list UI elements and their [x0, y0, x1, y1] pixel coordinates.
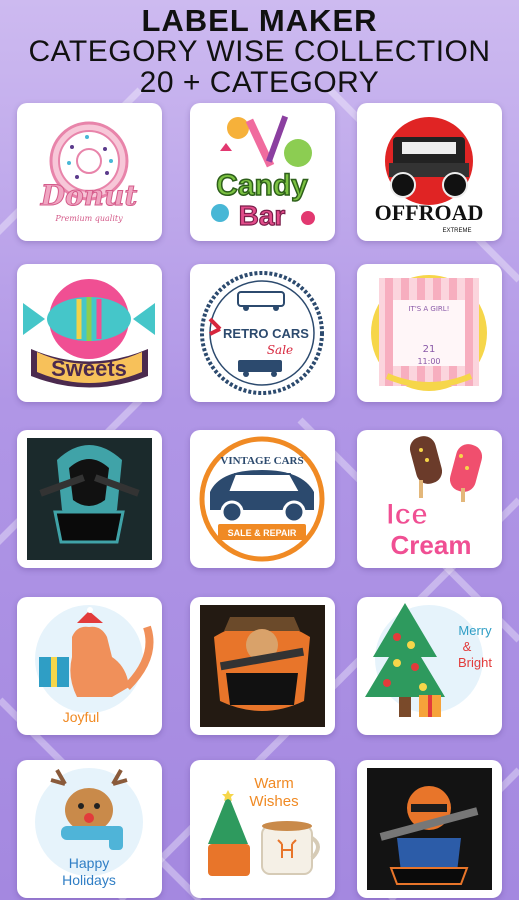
warm-line2: Wishes	[249, 793, 298, 810]
label-tile-warm-wishes[interactable]: Warm Wishes	[190, 760, 335, 898]
gamer-mascot-icon	[27, 438, 152, 560]
warm-line1: Warm	[254, 775, 293, 792]
girl-invite-time: 11:00	[417, 357, 440, 366]
ice-cream-label-icon: Ice Cream	[386, 436, 483, 560]
label-tile-gamer-mascot[interactable]	[17, 430, 162, 568]
merry-line2: &	[463, 639, 472, 654]
label-tile-ice-cream[interactable]: Ice Cream	[357, 430, 502, 568]
label-tile-vintage-cars[interactable]: VINTAGE CARS SALE & REPAIR	[190, 430, 335, 568]
candy-line1: Candy	[216, 169, 308, 202]
label-tile-joyful[interactable]: Joyful	[17, 597, 162, 735]
label-tile-soldier-mascot[interactable]	[357, 760, 502, 898]
joyful-cat-label-icon: Joyful	[35, 605, 154, 725]
offroad-sub: EXTREME	[442, 228, 471, 234]
donut-label-icon: Donut Premium quality	[39, 121, 138, 223]
joyful-title: Joyful	[63, 709, 100, 725]
girl-invite-label-icon: IT'S A GIRL! 21 11:00	[371, 275, 487, 391]
happy-line2: Holidays	[62, 872, 116, 888]
label-tile-girl-invite[interactable]: IT'S A GIRL! 21 11:00	[357, 264, 502, 402]
label-tile-happy-holidays[interactable]: Happy Holidays	[17, 760, 162, 898]
donut-title: Donut	[40, 179, 138, 212]
ice-cream-line2: Cream	[391, 530, 472, 560]
hunter-mascot-icon	[200, 605, 325, 727]
retro-cars-label-icon: RETRO CARS Sale	[200, 271, 324, 395]
label-tile-candy-bar[interactable]: Candy Bar	[190, 103, 335, 241]
girl-invite-day: 21	[423, 344, 436, 355]
reindeer-label-icon: Happy Holidays	[35, 768, 143, 888]
retro-cars-title: RETRO CARS	[223, 326, 309, 341]
candy-line2: Bar	[239, 200, 286, 231]
sweets-label-icon: Sweets	[23, 279, 155, 388]
vintage-cars-title: VINTAGE CARS	[220, 455, 303, 467]
category-count: 20 + CATEGORY	[139, 66, 380, 99]
label-tile-donut[interactable]: Donut Premium quality	[17, 103, 162, 241]
soldier-mascot-icon	[367, 768, 492, 890]
subtitle: CATEGORY WISE COLLECTION	[28, 35, 491, 68]
label-tile-sweets[interactable]: Sweets	[17, 264, 162, 402]
header: LABEL MAKER CATEGORY WISE COLLECTION 20 …	[0, 0, 519, 100]
offroad-label-icon: OFFROAD EXTREME	[375, 117, 484, 234]
donut-subtitle: Premium quality	[54, 214, 123, 223]
vintage-cars-label-icon: VINTAGE CARS SALE & REPAIR	[199, 436, 325, 562]
ice-cream-line1: Ice	[386, 498, 428, 531]
merry-line3: Bright	[458, 655, 492, 670]
offroad-title: OFFROAD	[375, 200, 484, 225]
sweets-title: Sweets	[51, 356, 127, 381]
happy-line1: Happy	[69, 855, 109, 871]
label-tile-retro-cars[interactable]: RETRO CARS Sale	[190, 264, 335, 402]
label-tile-offroad[interactable]: OFFROAD EXTREME	[357, 103, 502, 241]
candy-label-icon: Candy Bar	[211, 115, 315, 232]
vintage-cars-banner: SALE & REPAIR	[228, 528, 297, 538]
warm-wishes-label-icon: Warm Wishes	[208, 775, 320, 876]
merry-line1: Merry	[458, 623, 492, 638]
label-tile-merry-bright[interactable]: Merry & Bright	[357, 597, 502, 735]
christmas-tree-label-icon: Merry & Bright	[365, 603, 492, 717]
label-tile-hunter-mascot[interactable]	[190, 597, 335, 735]
title: LABEL MAKER	[141, 3, 378, 38]
retro-cars-sale: Sale	[267, 343, 293, 357]
girl-invite-top: IT'S A GIRL!	[408, 305, 449, 313]
